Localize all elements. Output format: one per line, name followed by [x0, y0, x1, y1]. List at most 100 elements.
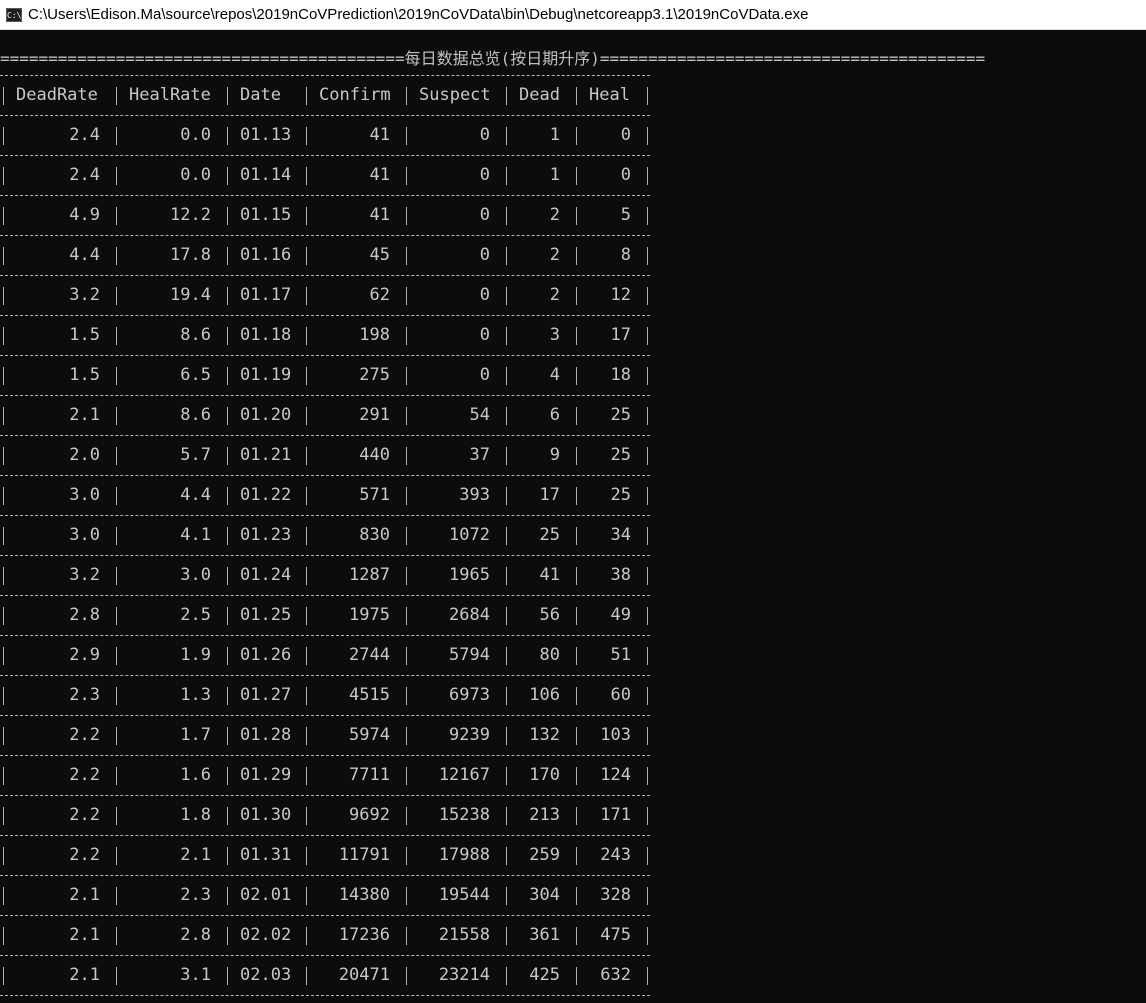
cell-suspect: 0 — [479, 245, 490, 265]
column-separator — [227, 687, 228, 705]
cell-deadrate: 4.4 — [69, 245, 100, 265]
cell-healrate: 0.0 — [180, 165, 211, 185]
cell-confirm: 17236 — [338, 925, 390, 945]
cell-deadrate: 1.5 — [69, 365, 100, 385]
header-suspect: Suspect — [419, 85, 491, 105]
cell-suspect: 15238 — [438, 805, 490, 825]
table-rule — [0, 995, 650, 997]
column-separator — [647, 207, 648, 225]
cell-dead: 2 — [549, 205, 560, 225]
cell-healrate: 3.1 — [180, 965, 211, 985]
column-separator — [227, 967, 228, 985]
cell-deadrate: 2.3 — [69, 685, 100, 705]
cell-date: 01.17 — [240, 285, 292, 305]
cell-healrate: 19.4 — [170, 285, 211, 305]
column-separator — [306, 87, 307, 105]
column-separator — [227, 847, 228, 865]
cell-heal: 25 — [610, 485, 631, 505]
column-separator — [647, 367, 648, 385]
cell-suspect: 0 — [479, 285, 490, 305]
cell-suspect: 0 — [479, 325, 490, 345]
cell-heal: 0 — [620, 125, 631, 145]
cell-confirm: 14380 — [338, 885, 390, 905]
cell-healrate: 4.4 — [180, 485, 211, 505]
column-separator — [647, 527, 648, 545]
cell-healrate: 1.9 — [180, 645, 211, 665]
cell-confirm: 1287 — [349, 565, 390, 585]
table-row: 1.5 8.6 01.18 198 0 3 17 — [0, 315, 650, 355]
cell-confirm: 20471 — [338, 965, 390, 985]
cell-dead: 1 — [549, 165, 560, 185]
cell-dead: 170 — [529, 765, 560, 785]
cell-heal: 51 — [610, 645, 631, 665]
column-separator — [647, 567, 648, 585]
cell-dead: 80 — [539, 645, 560, 665]
column-separator — [647, 847, 648, 865]
column-separator — [647, 647, 648, 665]
cell-confirm: 41 — [369, 165, 390, 185]
cell-deadrate: 2.1 — [69, 925, 100, 945]
cell-deadrate: 3.0 — [69, 525, 100, 545]
column-separator — [227, 607, 228, 625]
cell-confirm: 291 — [359, 405, 390, 425]
header-healrate: HealRate — [129, 85, 211, 105]
cell-dead: 259 — [529, 845, 560, 865]
table-row: 2.4 0.0 01.13 41 0 1 0 — [0, 115, 650, 155]
table-row: 3.2 19.4 01.17 62 0 2 12 — [0, 275, 650, 315]
cell-confirm: 41 — [369, 205, 390, 225]
cell-confirm: 4515 — [349, 685, 390, 705]
column-separator — [227, 767, 228, 785]
cell-heal: 49 — [610, 605, 631, 625]
table-row: 2.9 1.9 01.26 2744 5794 80 51 — [0, 635, 650, 675]
column-separator — [227, 647, 228, 665]
cell-deadrate: 3.2 — [69, 285, 100, 305]
cell-heal: 38 — [610, 565, 631, 585]
cell-healrate: 8.6 — [180, 325, 211, 345]
cell-healrate: 1.8 — [180, 805, 211, 825]
cell-suspect: 2684 — [449, 605, 490, 625]
header-dead: Dead — [519, 85, 560, 105]
cell-dead: 56 — [539, 605, 560, 625]
column-separator — [647, 887, 648, 905]
cell-suspect: 0 — [479, 165, 490, 185]
window-title: C:\Users\Edison.Ma\source\repos\2019nCoV… — [28, 6, 809, 23]
cell-confirm: 9692 — [349, 805, 390, 825]
cell-date: 01.14 — [240, 165, 292, 185]
console-output[interactable]: ========================================… — [0, 30, 1146, 1003]
cell-healrate: 17.8 — [170, 245, 211, 265]
column-separator — [647, 127, 648, 145]
cell-confirm: 1975 — [349, 605, 390, 625]
cell-dead: 9 — [549, 445, 560, 465]
cell-dead: 1 — [549, 125, 560, 145]
cell-confirm: 2744 — [349, 645, 390, 665]
cell-heal: 328 — [600, 885, 631, 905]
window-titlebar[interactable]: C:\ C:\Users\Edison.Ma\source\repos\2019… — [0, 0, 1146, 30]
cell-healrate: 2.1 — [180, 845, 211, 865]
column-separator — [647, 247, 648, 265]
cell-dead: 6 — [549, 405, 560, 425]
cell-date: 02.02 — [240, 925, 292, 945]
column-separator — [506, 87, 507, 105]
cell-healrate: 4.1 — [180, 525, 211, 545]
table-row: 2.1 2.8 02.02 17236 21558 361 475 — [0, 915, 650, 955]
table-row: 2.8 2.5 01.25 1975 2684 56 49 — [0, 595, 650, 635]
header-heal: Heal — [589, 85, 630, 105]
table-row: 4.9 12.2 01.15 41 0 2 5 — [0, 195, 650, 235]
table-row: 1.5 6.5 01.19 275 0 4 18 — [0, 355, 650, 395]
cell-heal: 475 — [600, 925, 631, 945]
table-row: 4.4 17.8 01.16 45 0 2 8 — [0, 235, 650, 275]
cell-heal: 124 — [600, 765, 631, 785]
column-separator — [227, 247, 228, 265]
cell-confirm: 830 — [359, 525, 390, 545]
table-row: 3.0 4.1 01.23 830 1072 25 34 — [0, 515, 650, 555]
cell-confirm: 198 — [359, 325, 390, 345]
column-separator — [227, 87, 228, 105]
table-row: 2.1 2.3 02.01 14380 19544 304 328 — [0, 875, 650, 915]
table-banner: ========================================… — [0, 49, 986, 68]
cell-heal: 34 — [610, 525, 631, 545]
column-separator — [116, 87, 117, 105]
cell-suspect: 1965 — [449, 565, 490, 585]
cell-dead: 3 — [549, 325, 560, 345]
cell-deadrate: 3.0 — [69, 485, 100, 505]
column-separator — [647, 407, 648, 425]
